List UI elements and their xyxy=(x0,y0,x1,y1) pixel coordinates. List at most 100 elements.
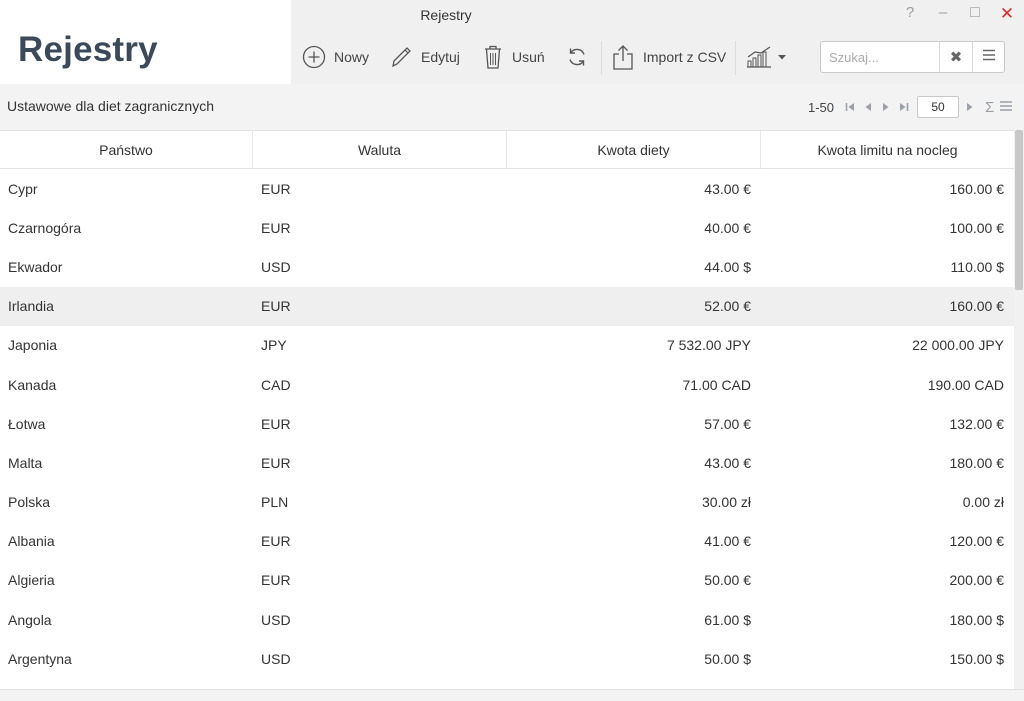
cell-country: Argentyna xyxy=(8,650,72,667)
import-csv-button[interactable]: Import z CSV xyxy=(611,33,726,81)
page-range: 1-50 xyxy=(808,99,835,115)
new-button[interactable]: Nowy xyxy=(302,33,369,81)
scrollbar-thumb[interactable] xyxy=(1015,130,1023,290)
column-header-lodging-limit[interactable]: Kwota limitu na nocleg xyxy=(761,131,1014,169)
columns-menu-icon[interactable] xyxy=(1000,100,1013,115)
cell-lodging-limit: 150.00 $ xyxy=(949,650,1005,667)
table-row[interactable]: Kanada CAD 71.00 CAD 190.00 CAD xyxy=(0,365,1014,404)
cell-country: Algieria xyxy=(8,572,55,589)
refresh-button[interactable] xyxy=(565,33,589,81)
column-header-allowance[interactable]: Kwota diety xyxy=(507,131,761,169)
cell-country: Malta xyxy=(8,454,43,471)
cell-allowance: 41.00 € xyxy=(704,533,751,550)
table-row[interactable]: Ekwador USD 44.00 $ 110.00 $ xyxy=(0,247,1014,286)
cell-lodging-limit: 132.00 € xyxy=(949,415,1005,432)
app-title: Rejestry xyxy=(18,30,158,69)
clear-search-button[interactable]: ✖ xyxy=(939,42,972,72)
prev-page-icon[interactable] xyxy=(861,96,875,118)
chart-icon xyxy=(745,45,773,69)
cell-currency: EUR xyxy=(261,572,291,589)
toolbar: Nowy Edytuj Usuń Import z CSV Szukaj... … xyxy=(291,33,1024,81)
table-row[interactable]: Łotwa EUR 57.00 € 132.00 € xyxy=(0,404,1014,443)
cell-country: Polska xyxy=(8,494,51,511)
table-row[interactable]: Cypr EUR 43.00 € 160.00 € xyxy=(0,169,1014,208)
cell-currency: EUR xyxy=(261,533,291,550)
cell-allowance: 71.00 CAD xyxy=(682,376,751,393)
cell-allowance: 57.00 € xyxy=(704,415,751,432)
toolbar-divider xyxy=(601,41,602,75)
cell-lodging-limit: 190.00 CAD xyxy=(927,376,1004,393)
column-header-currency[interactable]: Waluta xyxy=(253,131,507,169)
cell-currency: EUR xyxy=(261,298,291,315)
cell-allowance: 50.00 € xyxy=(704,572,751,589)
vertical-scrollbar[interactable] xyxy=(1014,130,1024,689)
sub-header: Ustawowe dla diet zagranicznych 1-50 50 … xyxy=(0,84,1024,130)
cell-lodging-limit: 22 000.00 JPY xyxy=(912,337,1004,354)
table-row[interactable]: Irlandia EUR 52.00 € 160.00 € xyxy=(0,286,1014,326)
cell-allowance: 7 532.00 JPY xyxy=(666,337,751,354)
cell-allowance: 30.00 zł xyxy=(701,494,751,511)
help-button[interactable]: ? xyxy=(898,4,922,21)
close-button[interactable]: ✕ xyxy=(995,4,1019,24)
maximize-button[interactable]: □ xyxy=(963,4,987,22)
search-options-button[interactable] xyxy=(972,42,1004,72)
table-row[interactable]: Angola USD 61.00 $ 180.00 $ xyxy=(0,600,1014,639)
cell-lodging-limit: 180.00 $ xyxy=(949,611,1005,628)
table-row[interactable]: Czarnogóra EUR 40.00 € 100.00 € xyxy=(0,208,1014,247)
import-csv-label: Import z CSV xyxy=(643,49,727,65)
cell-currency: EUR xyxy=(261,219,291,236)
next-page-icon[interactable] xyxy=(879,96,893,118)
cell-currency: JPY xyxy=(261,337,287,354)
table-body: Cypr EUR 43.00 € 160.00 € Czarnogóra EUR 40.00… xyxy=(0,169,1014,678)
last-page-icon[interactable] xyxy=(897,96,911,118)
chart-dropdown-button[interactable] xyxy=(745,33,787,81)
edit-button-label: Edytuj xyxy=(421,49,460,65)
cell-country: Czarnogóra xyxy=(8,219,82,236)
edit-button[interactable]: Edytuj xyxy=(389,33,460,81)
table-row[interactable]: Algieria EUR 50.00 € 200.00 € xyxy=(0,561,1014,600)
table-row[interactable]: Polska PLN 30.00 zł 0.00 zł xyxy=(0,483,1014,522)
hamburger-icon xyxy=(982,48,996,66)
table-row[interactable]: Albania EUR 41.00 € 120.00 € xyxy=(0,522,1014,561)
cell-country: Łotwa xyxy=(8,415,46,432)
cell-country: Ekwador xyxy=(8,258,63,275)
cell-allowance: 44.00 $ xyxy=(704,258,751,275)
delete-button-label: Usuń xyxy=(512,49,545,65)
cell-lodging-limit: 110.00 $ xyxy=(950,258,1004,275)
minimize-button[interactable]: – xyxy=(931,4,955,21)
cell-country: Albania xyxy=(8,533,55,550)
pencil-icon xyxy=(389,44,413,70)
cell-currency: EUR xyxy=(261,180,291,197)
cell-lodging-limit: 0.00 zł xyxy=(962,494,1004,511)
register-title: Ustawowe dla diet zagranicznych xyxy=(7,98,214,114)
search-input[interactable] xyxy=(821,42,939,72)
brand-area: Rejestry xyxy=(0,0,291,84)
column-header-country[interactable]: Państwo xyxy=(0,131,253,169)
cell-currency: EUR xyxy=(261,415,291,432)
table-row[interactable]: Malta EUR 43.00 € 180.00 € xyxy=(0,443,1014,482)
cell-currency: CAD xyxy=(261,376,291,393)
cell-country: Angola xyxy=(8,611,52,628)
chevron-down-icon xyxy=(777,53,787,61)
cell-country: Irlandia xyxy=(8,298,54,315)
page-size-input[interactable]: 50 xyxy=(917,96,960,118)
trash-icon xyxy=(482,43,504,71)
cell-allowance: 52.00 € xyxy=(704,298,751,315)
toolbar-divider xyxy=(735,41,736,75)
cell-currency: PLN xyxy=(261,494,289,511)
cell-country: Kanada xyxy=(8,376,57,393)
cell-lodging-limit: 100.00 € xyxy=(949,219,1005,236)
search-box: ✖ xyxy=(820,41,1005,73)
pager: 1-50 50 Σ xyxy=(808,96,1013,118)
new-button-label: Nowy xyxy=(334,49,370,65)
cell-country: Cypr xyxy=(8,180,38,197)
table-row[interactable]: Japonia JPY 7 532.00 JPY 22 000.00 JPY xyxy=(0,326,1014,365)
delete-button[interactable]: Usuń xyxy=(482,33,545,81)
table-header: Państwo Waluta Kwota diety Kwota limitu … xyxy=(0,130,1014,169)
table-row[interactable]: Argentyna USD 50.00 $ 150.00 $ xyxy=(0,639,1014,678)
cell-lodging-limit: 160.00 € xyxy=(949,180,1005,197)
sum-icon[interactable]: Σ xyxy=(985,99,994,116)
page-size-arrow-icon[interactable] xyxy=(963,96,977,118)
first-page-icon[interactable] xyxy=(843,96,857,118)
cell-currency: USD xyxy=(261,650,291,667)
